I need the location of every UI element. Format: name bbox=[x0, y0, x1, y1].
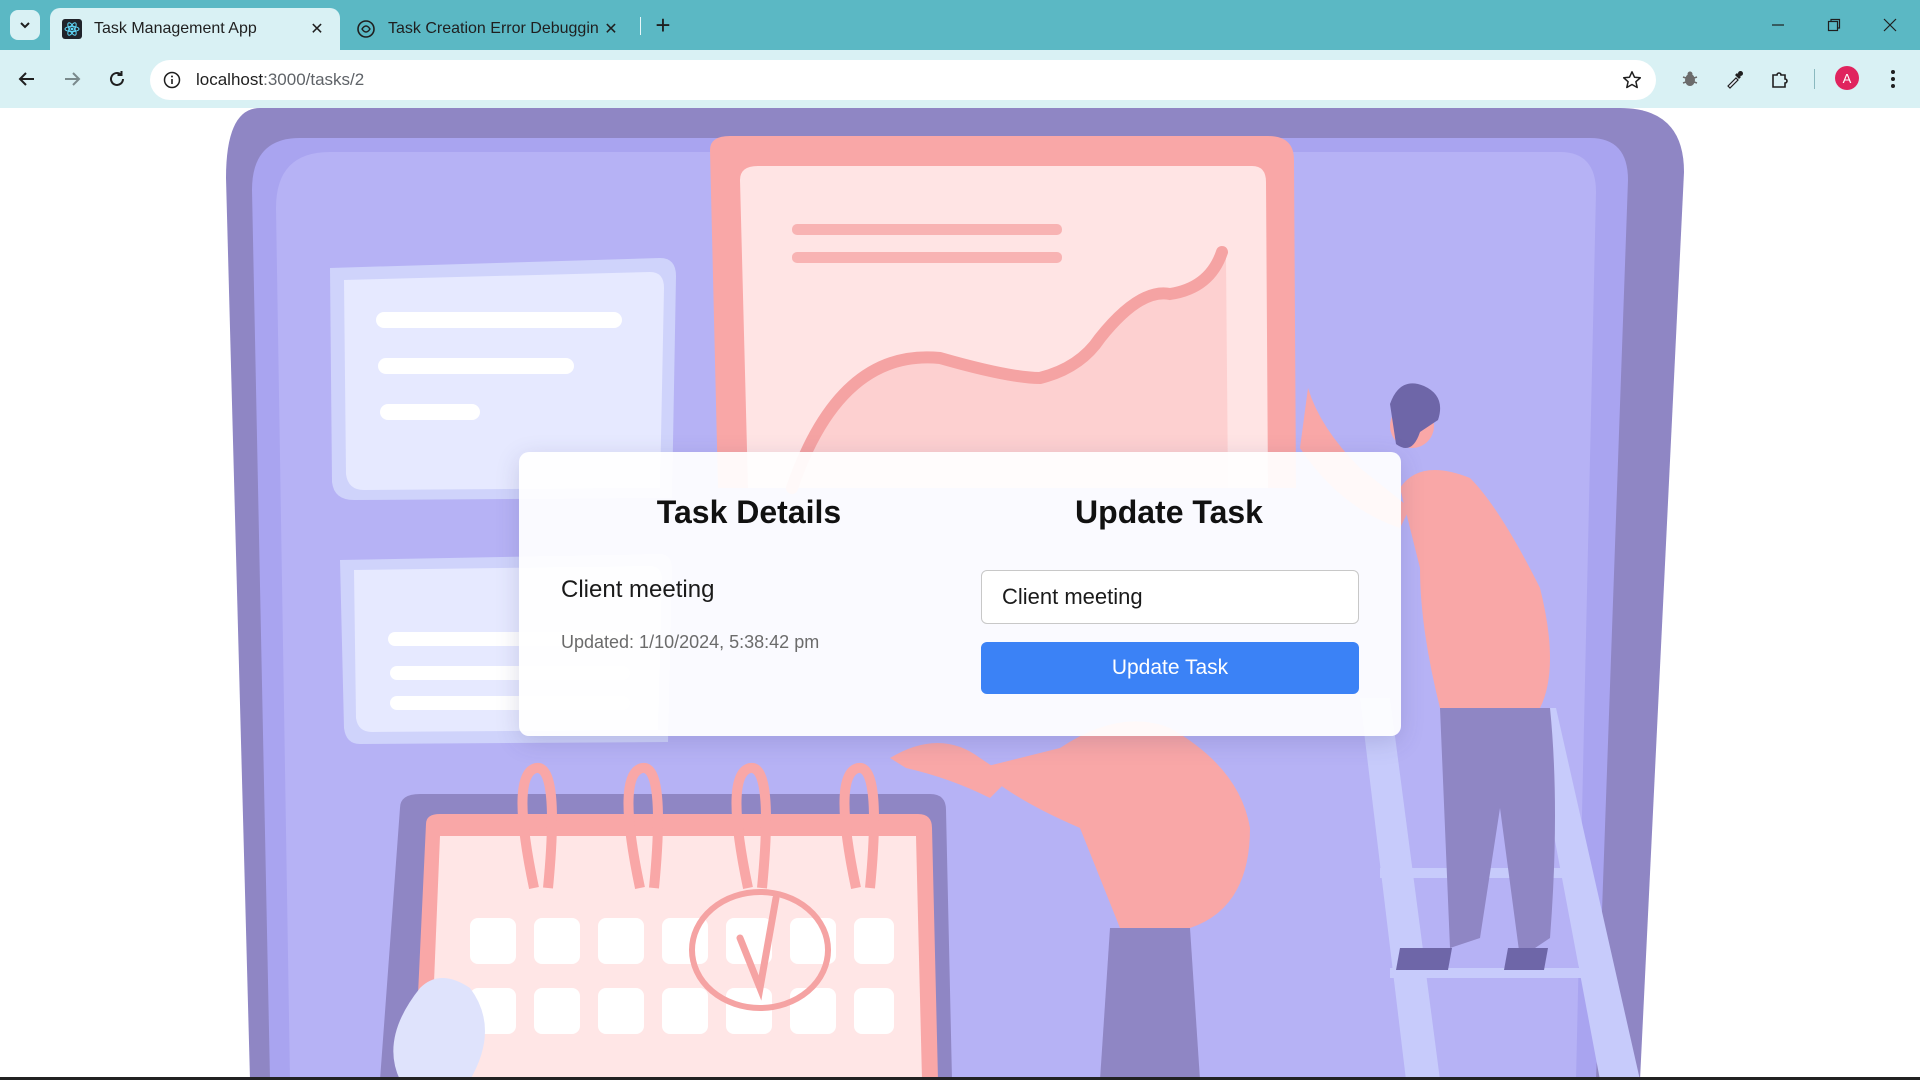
tab-task-management-app[interactable]: Task Management App ✕ bbox=[50, 8, 340, 50]
chatgpt-icon bbox=[356, 19, 376, 39]
url-text: localhost:3000/tasks/2 bbox=[196, 60, 364, 100]
toolbar-divider bbox=[1814, 69, 1815, 89]
browser-toolbar: localhost:3000/tasks/2 bbox=[0, 50, 1920, 108]
arrow-right-icon bbox=[65, 72, 81, 86]
browser-tab-strip: Task Management App ✕ Task Creation Erro… bbox=[0, 0, 1920, 50]
address-bar[interactable]: localhost:3000/tasks/2 bbox=[150, 60, 1656, 100]
task-name: Client meeting bbox=[561, 576, 715, 603]
forward-button[interactable] bbox=[55, 62, 89, 96]
chart-line bbox=[792, 252, 1062, 263]
close-window-button[interactable] bbox=[1862, 0, 1918, 50]
arrow-left-icon bbox=[18, 72, 34, 86]
bug-extension-icon[interactable] bbox=[1673, 62, 1707, 96]
task-name-input[interactable] bbox=[981, 570, 1359, 624]
minimize-icon bbox=[1772, 24, 1784, 26]
react-icon bbox=[62, 19, 82, 39]
site-info-icon[interactable] bbox=[160, 68, 184, 92]
restore-button[interactable] bbox=[1806, 0, 1862, 50]
task-updated-timestamp: Updated: 1/10/2024, 5:38:42 pm bbox=[561, 632, 820, 652]
note-line bbox=[376, 312, 622, 328]
note-line bbox=[378, 358, 574, 374]
close-tab-icon[interactable]: ✕ bbox=[598, 16, 624, 42]
tab-divider bbox=[640, 17, 641, 35]
back-button[interactable] bbox=[10, 62, 44, 96]
task-details-heading: Task Details bbox=[656, 494, 842, 530]
url-path: :3000/tasks/2 bbox=[263, 70, 365, 89]
tab-task-creation-error-debugging[interactable]: Task Creation Error Debugging ✕ bbox=[344, 8, 634, 50]
minimize-button[interactable] bbox=[1750, 0, 1806, 50]
bookmark-star-icon[interactable] bbox=[1620, 68, 1644, 92]
extensions-puzzle-icon[interactable] bbox=[1763, 62, 1797, 96]
ladder-person-shoe bbox=[1504, 948, 1548, 970]
update-task-heading: Update Task bbox=[1075, 494, 1263, 530]
note-line bbox=[380, 404, 480, 420]
url-host: localhost bbox=[196, 70, 264, 89]
chart-line bbox=[792, 224, 1062, 235]
ladder-person-shoe bbox=[1396, 948, 1452, 970]
page-viewport: Task Details Update Task Client meeting … bbox=[0, 108, 1920, 1080]
close-tab-icon[interactable]: ✕ bbox=[304, 16, 330, 42]
close-icon bbox=[1883, 18, 1897, 32]
task-card: Task Details Update Task Client meeting … bbox=[519, 452, 1401, 736]
person-legs bbox=[1100, 928, 1200, 1080]
update-task-button[interactable]: Update Task bbox=[981, 642, 1359, 694]
more-menu-icon[interactable] bbox=[1876, 62, 1910, 96]
tab-title: Task Creation Error Debugging bbox=[388, 20, 598, 37]
tab-title: Task Management App bbox=[94, 20, 257, 37]
restore-icon bbox=[1827, 18, 1841, 32]
chevron-down-icon bbox=[20, 22, 30, 29]
reload-button[interactable] bbox=[100, 62, 134, 96]
tab-search-button[interactable] bbox=[10, 10, 40, 40]
eyedropper-extension-icon[interactable] bbox=[1718, 62, 1752, 96]
new-tab-button[interactable]: + bbox=[648, 10, 678, 40]
reload-icon bbox=[110, 71, 124, 86]
profile-avatar[interactable]: A bbox=[1835, 66, 1859, 90]
